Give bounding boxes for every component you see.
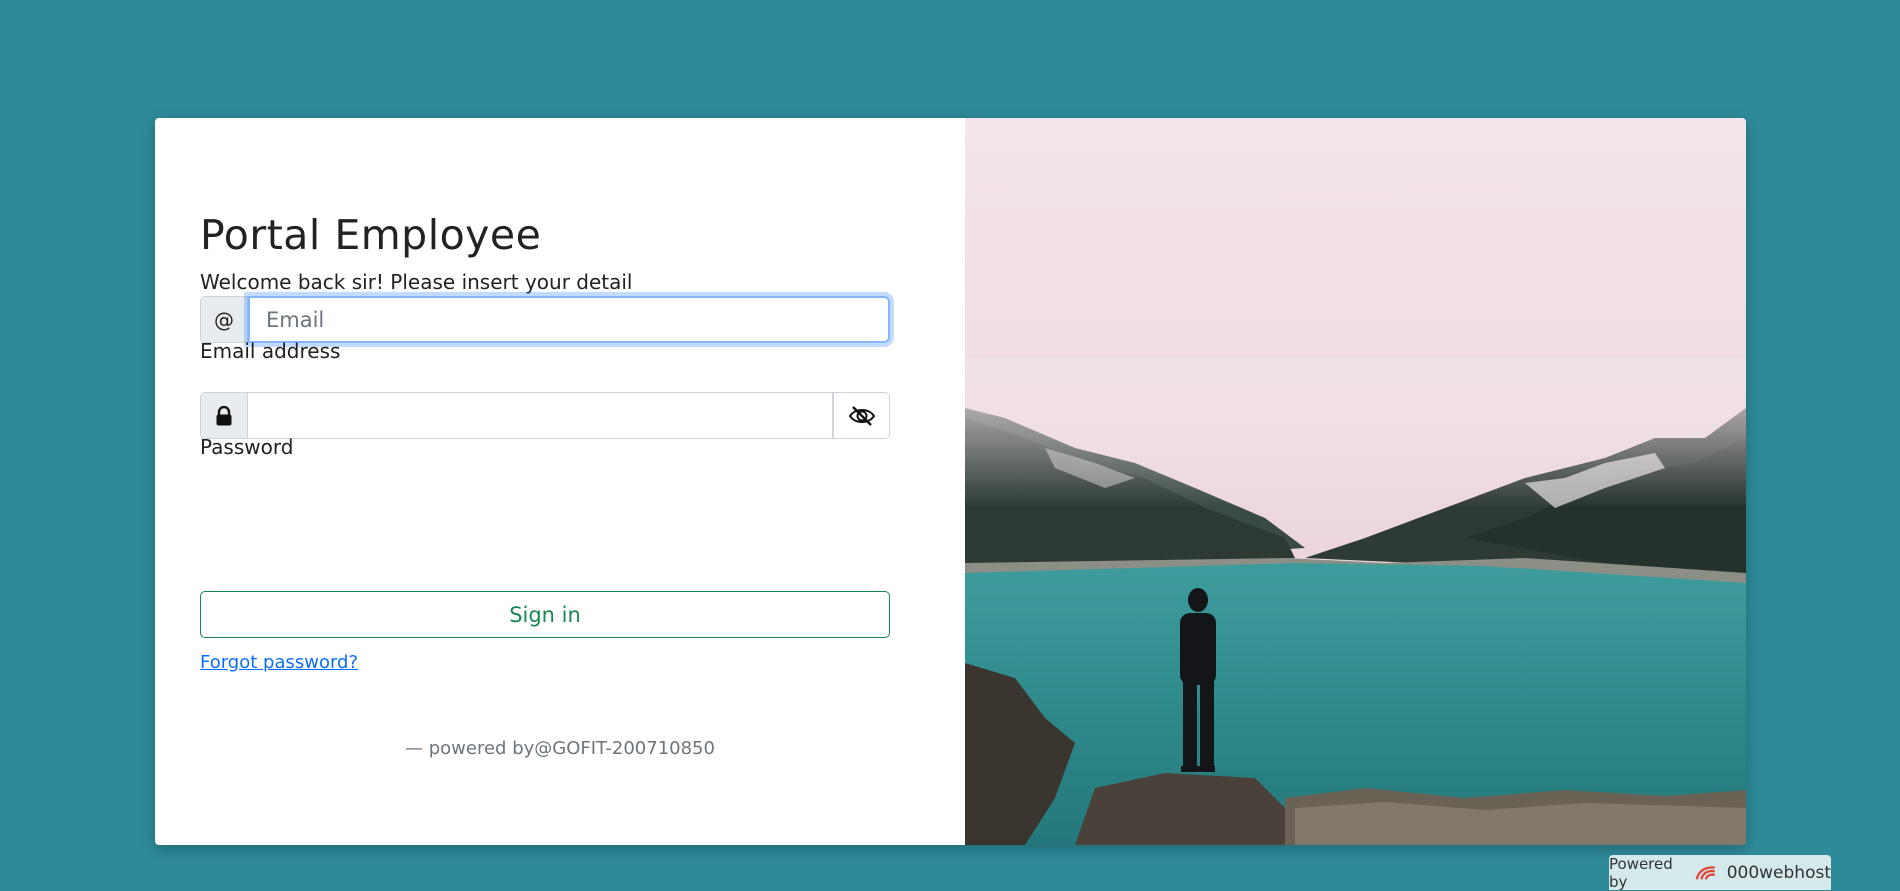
hosting-badge[interactable]: Powered by 000webhost bbox=[1609, 854, 1831, 891]
at-sign-icon: @ bbox=[200, 296, 248, 343]
badge-brand: 000webhost bbox=[1726, 862, 1831, 883]
page-title: Portal Employee bbox=[200, 211, 542, 259]
badge-prefix: Powered by bbox=[1609, 854, 1673, 891]
powered-by-footer: — powered by@GOFIT-200710850 bbox=[405, 738, 715, 759]
sign-in-button[interactable]: Sign in bbox=[200, 591, 890, 638]
hero-image bbox=[965, 118, 1746, 845]
login-panel: Portal Employee Welcome back sir! Please… bbox=[155, 118, 965, 845]
email-input-group: @ bbox=[200, 296, 890, 343]
password-input-group bbox=[200, 392, 890, 439]
email-input[interactable] bbox=[248, 296, 890, 343]
page-subtitle: Welcome back sir! Please insert your det… bbox=[200, 270, 633, 294]
password-label: Password bbox=[200, 435, 294, 459]
forgot-password-link[interactable]: Forgot password? bbox=[200, 652, 358, 673]
000webhost-logo-icon bbox=[1695, 865, 1716, 880]
eye-slash-icon bbox=[848, 405, 875, 426]
password-visibility-toggle[interactable] bbox=[833, 392, 890, 439]
password-input[interactable] bbox=[248, 392, 833, 439]
login-card: Portal Employee Welcome back sir! Please… bbox=[155, 118, 1746, 845]
lock-icon bbox=[200, 392, 248, 439]
email-label: Email address bbox=[200, 339, 341, 363]
